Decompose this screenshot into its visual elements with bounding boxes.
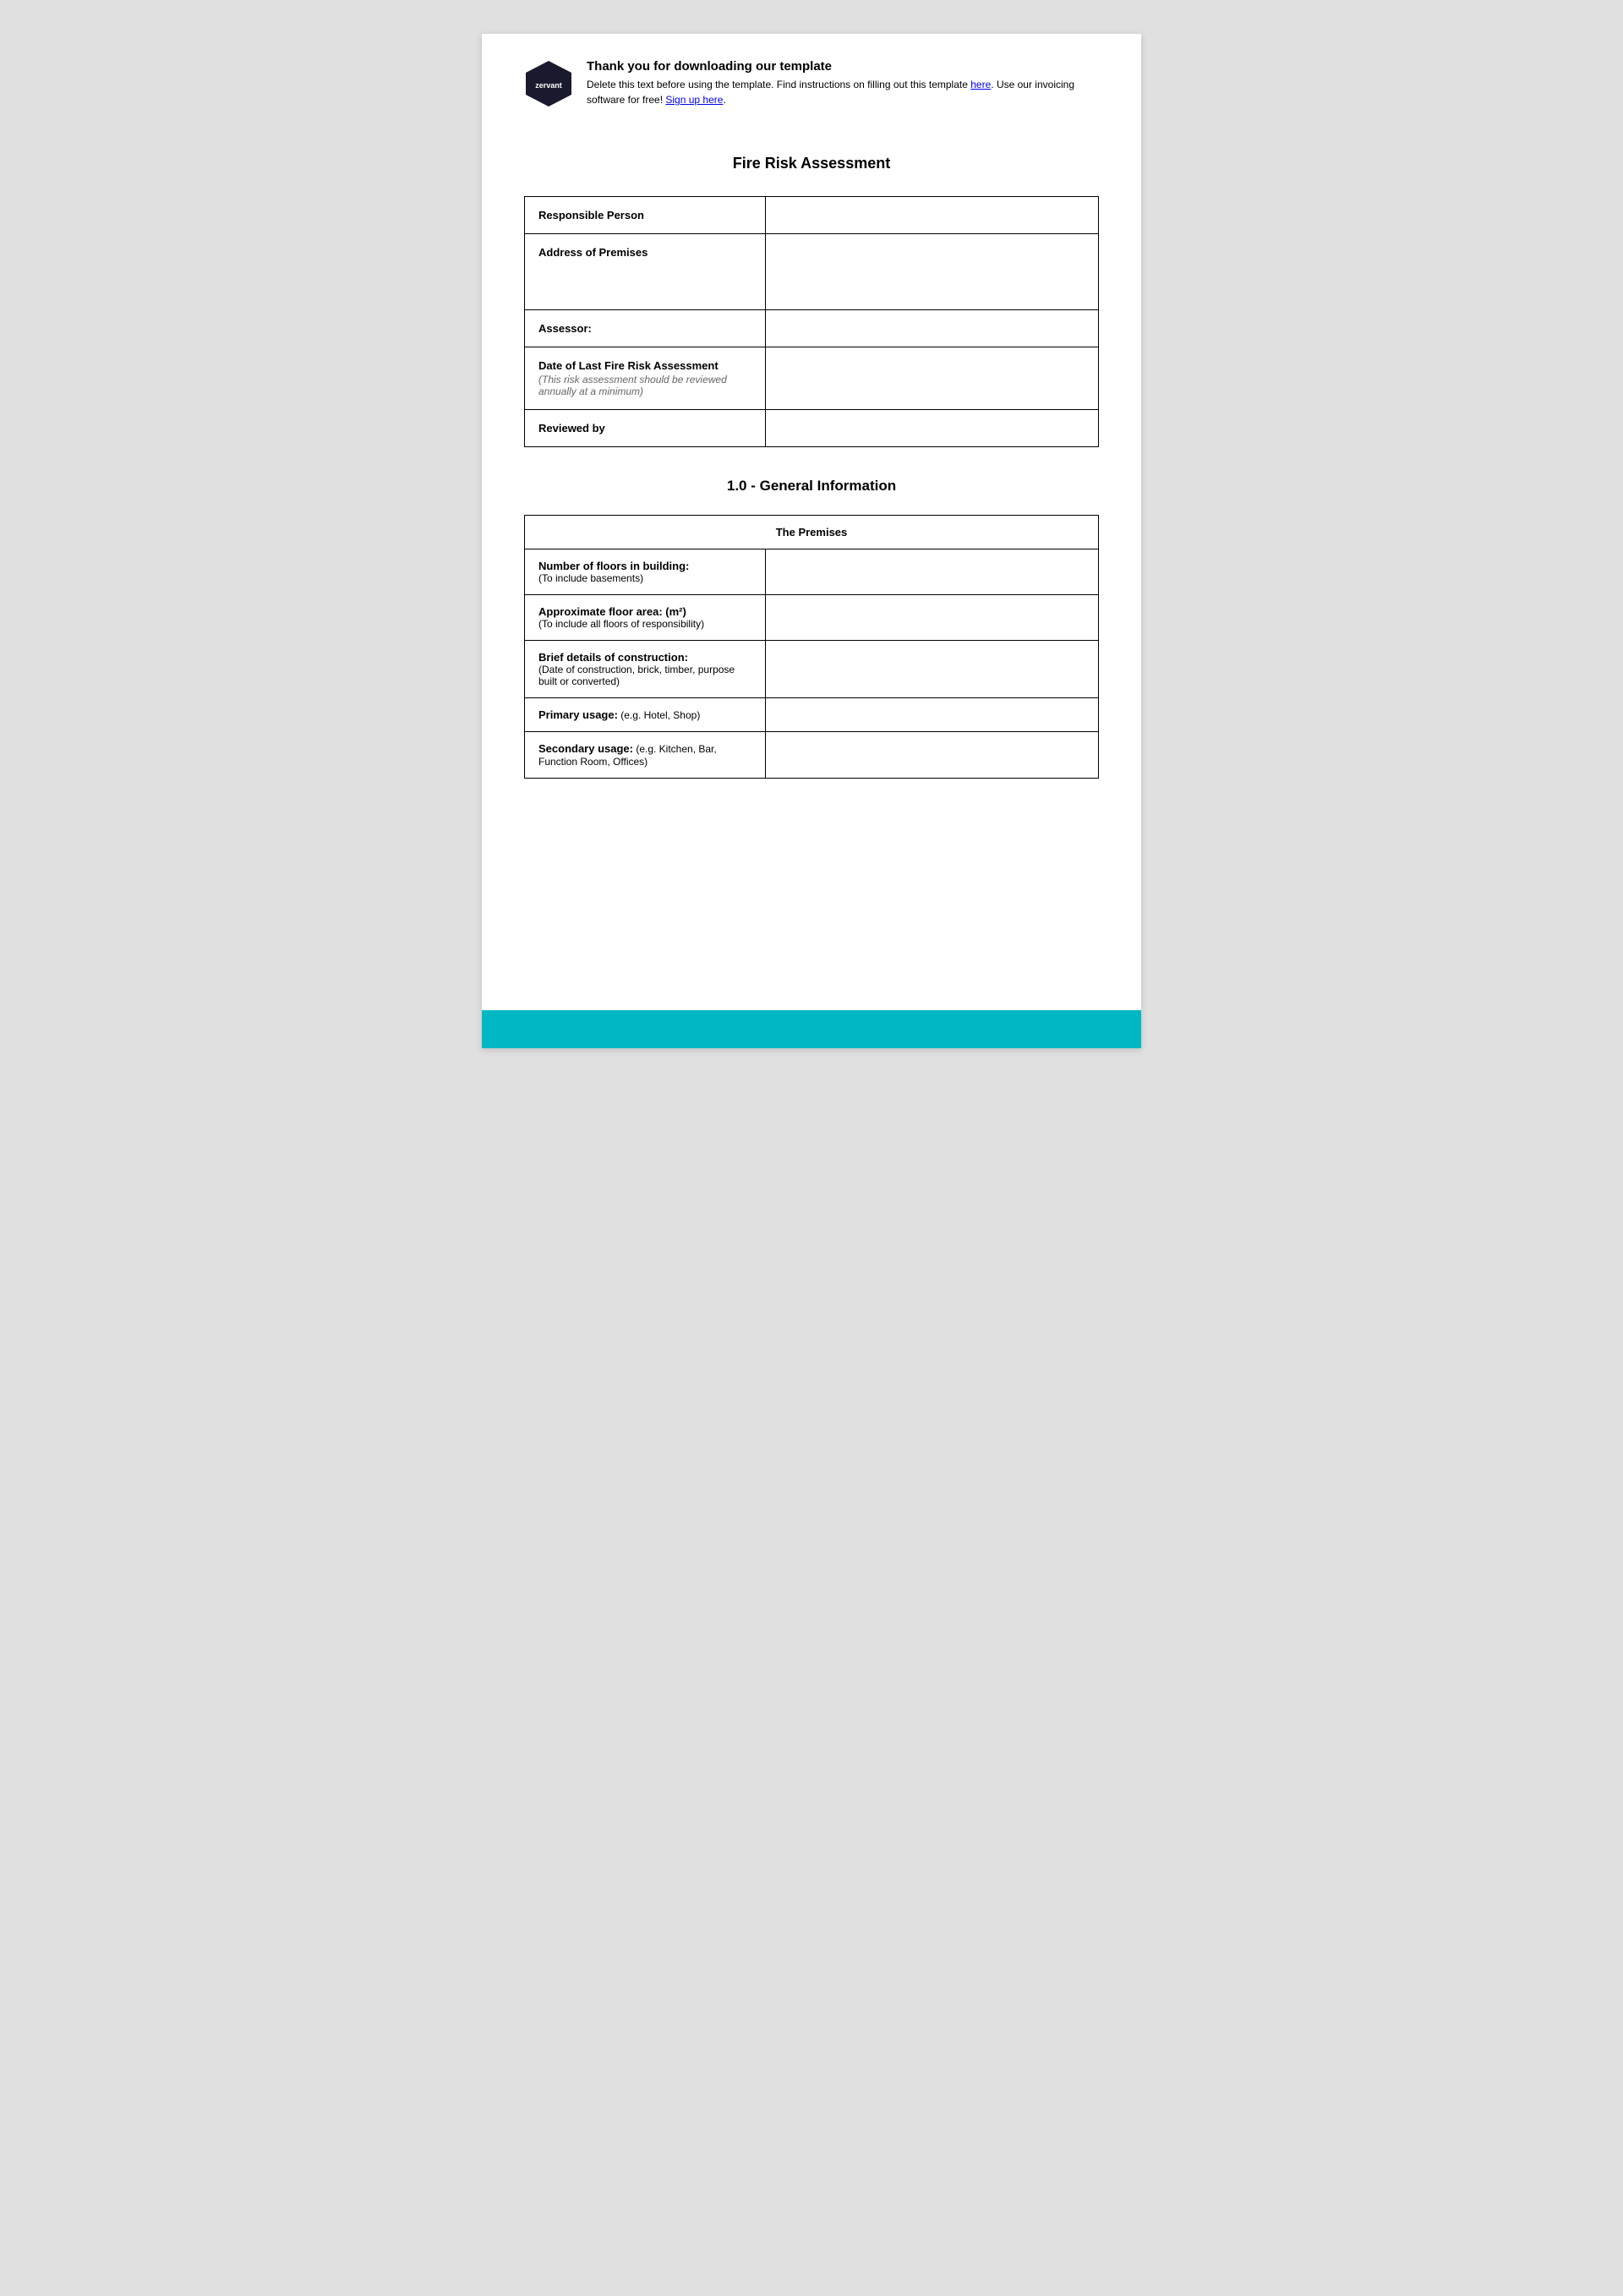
table-cell-label: Date of Last Fire Risk Assessment (This … [525, 347, 766, 410]
floors-label: Number of floors in building: [538, 560, 689, 572]
table-row: Responsible Person [525, 197, 1099, 234]
table-cell-label: Secondary usage: (e.g. Kitchen, Bar, Fun… [525, 732, 766, 779]
construction-label: Brief details of construction: [538, 651, 688, 664]
zervant-logo-icon: zervant [524, 59, 573, 108]
main-content: Fire Risk Assessment Responsible Person … [482, 129, 1141, 804]
floor-area-label: Approximate floor area: (m²) [538, 605, 686, 618]
header-body: Delete this text before using the templa… [587, 77, 1099, 107]
logo-container: zervant [524, 59, 573, 112]
construction-sublabel: (Date of construction, brick, timber, pu… [538, 664, 751, 687]
table-row: Address of Premises [525, 234, 1099, 310]
responsible-person-label: Responsible Person [538, 209, 644, 221]
footer-bar [482, 1010, 1141, 1048]
floors-sublabel: (To include basements) [538, 572, 751, 584]
table-row: Assessor: [525, 310, 1099, 347]
table-row: The Premises [525, 516, 1099, 549]
premises-table: The Premises Number of floors in buildin… [524, 515, 1099, 779]
svg-text:zervant: zervant [535, 81, 562, 90]
table-cell-label: Responsible Person [525, 197, 766, 234]
table-cell-value [766, 549, 1099, 595]
table-row: Brief details of construction: (Date of … [525, 641, 1099, 698]
table-cell-value [766, 234, 1099, 310]
address-label: Address of Premises [538, 246, 648, 259]
table-cell-label: Approximate floor area: (m²) (To include… [525, 595, 766, 641]
table-cell-label: Brief details of construction: (Date of … [525, 641, 766, 698]
table-cell-value [766, 347, 1099, 410]
header-text: Thank you for downloading our template D… [587, 59, 1099, 107]
table-row: Primary usage: (e.g. Hotel, Shop) [525, 698, 1099, 732]
info-table: Responsible Person Address of Premises A… [524, 196, 1099, 447]
table-cell-label: Primary usage: (e.g. Hotel, Shop) [525, 698, 766, 732]
reviewed-label: Reviewed by [538, 422, 605, 435]
table-cell-value [766, 595, 1099, 641]
table-row: Number of floors in building: (To includ… [525, 549, 1099, 595]
secondary-usage-label: Secondary usage: [538, 742, 633, 755]
signup-link[interactable]: Sign up here [665, 94, 723, 106]
header-title: Thank you for downloading our template [587, 59, 1099, 74]
table-cell-value [766, 732, 1099, 779]
primary-usage-sublabel: (e.g. Hotel, Shop) [618, 709, 700, 721]
table-cell-value [766, 310, 1099, 347]
table-cell-label: Number of floors in building: (To includ… [525, 549, 766, 595]
table-row: Approximate floor area: (m²) (To include… [525, 595, 1099, 641]
table-cell-label: Address of Premises [525, 234, 766, 310]
date-sublabel: (This risk assessment should be reviewed… [538, 374, 751, 397]
table-cell-value [766, 641, 1099, 698]
here-link[interactable]: here [970, 79, 991, 90]
primary-usage-label: Primary usage: [538, 708, 618, 721]
table-row: Date of Last Fire Risk Assessment (This … [525, 347, 1099, 410]
table-row: Reviewed by [525, 410, 1099, 447]
table-cell-label: Assessor: [525, 310, 766, 347]
table-cell-value [766, 197, 1099, 234]
header-body-text3: . [723, 94, 725, 106]
doc-title: Fire Risk Assessment [524, 155, 1099, 172]
header-body-text1: Delete this text before using the templa… [587, 79, 970, 90]
assessor-label: Assessor: [538, 322, 592, 335]
table-row: Secondary usage: (e.g. Kitchen, Bar, Fun… [525, 732, 1099, 779]
table-cell-value [766, 698, 1099, 732]
floor-area-sublabel: (To include all floors of responsibility… [538, 618, 751, 630]
table-cell-value [766, 410, 1099, 447]
premises-header: The Premises [525, 516, 1099, 549]
section1-title: 1.0 - General Information [524, 478, 1099, 495]
page: zervant Thank you for downloading our te… [482, 34, 1141, 1048]
table-cell-label: Reviewed by [525, 410, 766, 447]
date-label: Date of Last Fire Risk Assessment [538, 359, 719, 372]
header-banner: zervant Thank you for downloading our te… [482, 34, 1141, 129]
